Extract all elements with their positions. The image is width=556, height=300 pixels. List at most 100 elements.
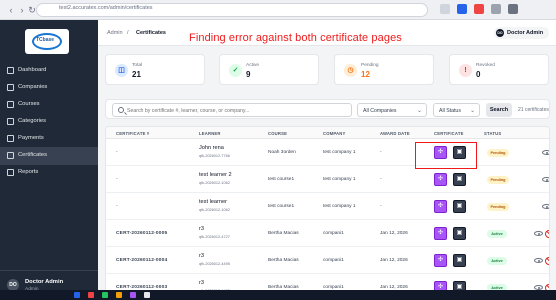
view-certificate-button[interactable]: ✣ bbox=[434, 173, 447, 186]
company-name: compani1 bbox=[323, 258, 344, 263]
status-badge: Active bbox=[487, 230, 507, 238]
download-certificate-button[interactable]: ▣ bbox=[453, 254, 466, 267]
stat-label: Active bbox=[246, 63, 260, 68]
stat-label: Revoked bbox=[476, 63, 495, 68]
eye-icon[interactable] bbox=[534, 258, 543, 263]
stat-label: Pending bbox=[361, 63, 379, 68]
column-status: STATUS bbox=[484, 131, 502, 136]
sidebar-item-payments[interactable]: Payments bbox=[0, 130, 98, 148]
extension-icon[interactable] bbox=[440, 4, 450, 14]
spark-icon: ✣ bbox=[437, 230, 444, 236]
folder-icon bbox=[7, 118, 14, 125]
download-certificate-button[interactable]: ▣ bbox=[453, 227, 466, 240]
sidebar-item-dashboard[interactable]: Dashboard bbox=[0, 62, 98, 80]
search-input[interactable] bbox=[127, 106, 347, 115]
stat-label: Total bbox=[132, 63, 143, 68]
revoke-icon[interactable] bbox=[545, 230, 549, 238]
award-date: - bbox=[380, 177, 382, 182]
status-filter-value: All Status bbox=[439, 108, 461, 114]
filter-bar: All Companies ⌄ All Status ⌄ Search 21 c… bbox=[105, 99, 550, 119]
sidebar-item-reports[interactable]: Reports bbox=[0, 164, 98, 182]
sidebar-item-categories[interactable]: Categories bbox=[0, 113, 98, 131]
back-icon[interactable]: ‹ bbox=[6, 5, 16, 15]
award-date: - bbox=[380, 150, 382, 155]
taskbar-app-icon[interactable] bbox=[116, 292, 122, 298]
learner-name[interactable]: r3 bbox=[199, 253, 204, 259]
download-certificate-button[interactable]: ▣ bbox=[453, 173, 466, 186]
view-certificate-button[interactable]: ✣ bbox=[434, 254, 447, 267]
taskbar-app-icon[interactable] bbox=[88, 292, 94, 298]
taskbar-app-icon[interactable] bbox=[130, 292, 136, 298]
taskbar-app-icon[interactable] bbox=[74, 292, 80, 298]
company-filter-select[interactable]: All Companies ⌄ bbox=[357, 103, 427, 117]
sidebar-item-companies[interactable]: Companies bbox=[0, 79, 98, 97]
table-row: - test learner qfk-2026012-1062 test cou… bbox=[106, 193, 549, 220]
sidebar: TCbase Dashboard Companies Courses Categ… bbox=[0, 20, 98, 300]
admin-profile-button[interactable]: DO Doctor Admin bbox=[494, 27, 549, 39]
taskbar-app-icon[interactable] bbox=[144, 292, 150, 298]
download-certificate-button[interactable]: ▣ bbox=[453, 200, 466, 213]
eye-icon[interactable] bbox=[542, 177, 549, 182]
column-course: COURSE bbox=[268, 131, 288, 136]
status-badge: Pending bbox=[487, 176, 509, 184]
spark-icon: ✣ bbox=[437, 203, 444, 209]
table-row: - test learner 2 qfk-2026012-1062 test c… bbox=[106, 166, 549, 193]
learner-name[interactable]: test learner 2 bbox=[199, 172, 232, 178]
sidebar-item-courses[interactable]: Courses bbox=[0, 96, 98, 114]
address-bar[interactable]: test2.accuratex.com/admin/certificates bbox=[36, 3, 428, 17]
column-certificate-actions: CERTIFICATE bbox=[434, 131, 464, 136]
learner-id: qfk-2026012-7766 bbox=[199, 154, 230, 158]
table-header: CERTIFICATE # LEARNER COURSE COMPANY AWA… bbox=[106, 127, 549, 139]
learner-name[interactable]: r3 bbox=[199, 226, 204, 232]
warning-icon: ! bbox=[459, 64, 472, 77]
search-box[interactable] bbox=[112, 103, 352, 117]
breadcrumb-admin[interactable]: Admin bbox=[107, 30, 123, 36]
admin-avatar: DO bbox=[496, 29, 504, 37]
award-date: Jan 12, 2026 bbox=[380, 258, 408, 263]
menu-icon[interactable] bbox=[508, 4, 518, 14]
alert-icon[interactable] bbox=[474, 4, 484, 14]
view-certificate-button[interactable]: ✣ bbox=[434, 227, 447, 240]
view-certificate-button[interactable]: ✣ bbox=[434, 200, 447, 213]
learner-id: qfk-2026012-4495 bbox=[199, 262, 230, 266]
learner-name[interactable]: r3 bbox=[199, 280, 204, 286]
admin-name: Doctor Admin bbox=[507, 30, 544, 36]
stat-value: 12 bbox=[361, 70, 370, 79]
chevron-down-icon: ⌄ bbox=[469, 108, 475, 114]
puzzle-icon[interactable] bbox=[491, 4, 501, 14]
taskbar bbox=[0, 290, 556, 300]
column-award-date: AWARD DATE bbox=[380, 131, 410, 136]
eye-icon[interactable] bbox=[542, 150, 549, 155]
learner-id: qfk-2026012-4727 bbox=[199, 235, 230, 239]
download-icon: ▣ bbox=[456, 203, 463, 209]
revoke-icon[interactable] bbox=[545, 257, 549, 265]
learner-name[interactable]: test learner bbox=[199, 199, 227, 205]
dashboard-icon bbox=[7, 67, 14, 74]
sidebar-item-label: Dashboard bbox=[18, 67, 47, 73]
learner-name[interactable]: John rena bbox=[199, 145, 224, 151]
main-content: Admin / Certificates DO Doctor Admin Fin… bbox=[98, 20, 556, 300]
course-name: Bertha Macias bbox=[268, 231, 299, 236]
eye-icon[interactable] bbox=[542, 204, 549, 209]
taskbar-app-icon[interactable] bbox=[102, 292, 108, 298]
sidebar-item-label: Courses bbox=[18, 101, 40, 107]
course-name: test course1 bbox=[268, 204, 295, 209]
stat-card-active: ✓ Active 9 bbox=[219, 54, 319, 85]
result-count: 21 certificates bbox=[518, 107, 549, 113]
certificate-icon bbox=[7, 152, 14, 159]
profile-icon[interactable] bbox=[457, 4, 467, 14]
browser-extension-icons bbox=[440, 4, 545, 16]
company-name: test company 1 bbox=[323, 177, 356, 182]
company-name: test company 1 bbox=[323, 150, 356, 155]
eye-icon[interactable] bbox=[534, 231, 543, 236]
forward-icon[interactable]: › bbox=[17, 5, 27, 15]
status-filter-select[interactable]: All Status ⌄ bbox=[433, 103, 480, 117]
sidebar-item-certificates[interactable]: Certificates bbox=[0, 147, 98, 165]
column-certificate: CERTIFICATE # bbox=[116, 131, 150, 136]
breadcrumb-current: Certificates bbox=[136, 30, 166, 36]
sidebar-user-name: Doctor Admin bbox=[25, 279, 64, 285]
search-button[interactable]: Search bbox=[486, 103, 512, 117]
stat-card-pending: ◷ Pending 12 bbox=[334, 54, 434, 85]
course-name: test course1 bbox=[268, 177, 295, 182]
sidebar-item-label: Categories bbox=[18, 118, 47, 124]
